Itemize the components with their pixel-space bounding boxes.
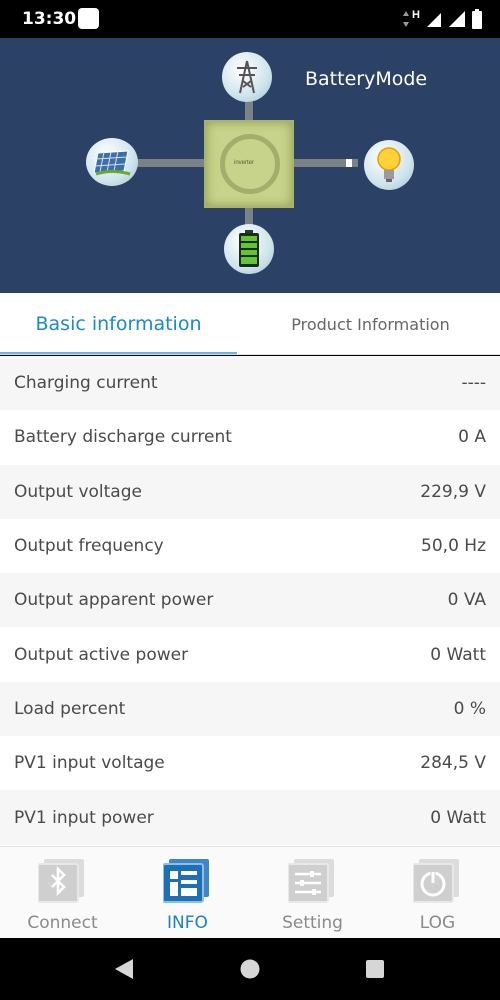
home-icon[interactable] — [240, 959, 260, 979]
info-row-output-active-power: Output active power 0 Watt — [0, 627, 500, 682]
nav-label: Setting — [282, 913, 343, 933]
info-value: 0 A — [458, 427, 486, 448]
nav-label: LOG — [419, 913, 456, 933]
tab-product-information[interactable]: Product Information — [241, 293, 500, 355]
info-value: ---- — [461, 373, 486, 394]
system-navigation-bar — [0, 938, 500, 1000]
back-icon[interactable] — [113, 958, 135, 980]
flow-line-left — [136, 159, 206, 167]
power-log-icon — [413, 859, 459, 903]
info-value: 0 % — [453, 698, 486, 719]
nav-label: INFO — [167, 913, 208, 933]
info-label: PV1 input voltage — [14, 753, 165, 774]
info-row-output-frequency: Output frequency 50,0 Hz — [0, 518, 500, 574]
status-time: 13:30 — [22, 9, 77, 29]
wifi-icon — [449, 11, 465, 27]
recents-icon[interactable] — [366, 960, 384, 978]
mode-label: BatteryMode — [305, 68, 428, 90]
basic-info-list[interactable]: Charging current ---- Battery discharge … — [0, 356, 500, 846]
info-value: 229,9 V — [420, 481, 486, 502]
nav-connect[interactable]: Connect — [0, 847, 125, 939]
info-value: 0 Watt — [430, 644, 486, 665]
info-label: Output active power — [14, 644, 189, 665]
info-row-battery-discharge-current: Battery discharge current 0 A — [0, 410, 500, 465]
energy-flow-header: BatteryMode inverter — [0, 38, 500, 293]
nav-log[interactable]: LOG — [375, 847, 500, 939]
lightbulb-icon — [364, 140, 414, 190]
network-type-label: H — [412, 9, 420, 21]
active-tab-indicator — [0, 352, 237, 354]
info-label: Load percent — [14, 698, 126, 719]
solar-panel-icon — [86, 138, 138, 186]
info-value: 0 VA — [447, 590, 486, 611]
info-value: 0 Watt — [430, 807, 486, 828]
nav-setting[interactable]: Setting — [250, 847, 375, 939]
data-arrows-icon — [403, 11, 410, 27]
info-row-output-voltage: Output voltage 229,9 V — [0, 464, 500, 519]
notification-icon — [78, 8, 99, 29]
flow-line-right-end — [346, 159, 352, 167]
info-label: Output voltage — [14, 481, 142, 502]
info-row-charging-current: Charging current ---- — [0, 356, 500, 411]
settings-sliders-icon — [288, 859, 334, 903]
battery-status-icon — [224, 224, 274, 274]
grid-tower-icon — [222, 52, 272, 102]
info-row-load-percent: Load percent 0 % — [0, 681, 500, 737]
inverter-box: inverter — [204, 120, 294, 208]
info-label: Charging current — [14, 373, 158, 394]
tab-basic-information[interactable]: Basic information — [0, 293, 237, 355]
status-bar: 13:30 H — [0, 0, 500, 38]
status-icons: H — [402, 8, 482, 30]
info-label: Output frequency — [14, 536, 164, 557]
battery-icon — [472, 9, 482, 29]
inverter-label: inverter — [234, 160, 255, 166]
info-value: 284,5 V — [420, 753, 486, 774]
info-label: Battery discharge current — [14, 427, 232, 448]
info-row-pv1-input-voltage: PV1 input voltage 284,5 V — [0, 736, 500, 791]
info-row-pv1-input-power: PV1 input power 0 Watt — [0, 790, 500, 845]
info-label: Output apparent power — [14, 590, 214, 611]
bluetooth-icon — [38, 859, 84, 903]
info-label: PV1 input power — [14, 807, 154, 828]
bottom-navigation: Connect INFO Setting LOG — [0, 846, 500, 938]
info-row-output-apparent-power: Output apparent power 0 VA — [0, 573, 500, 628]
info-value: 50,0 Hz — [421, 536, 486, 557]
nav-label: Connect — [27, 913, 98, 933]
info-tabs: Basic information Product Information — [0, 293, 500, 355]
nav-info[interactable]: INFO — [125, 847, 250, 939]
info-icon — [163, 859, 209, 903]
signal-icon — [427, 13, 441, 27]
